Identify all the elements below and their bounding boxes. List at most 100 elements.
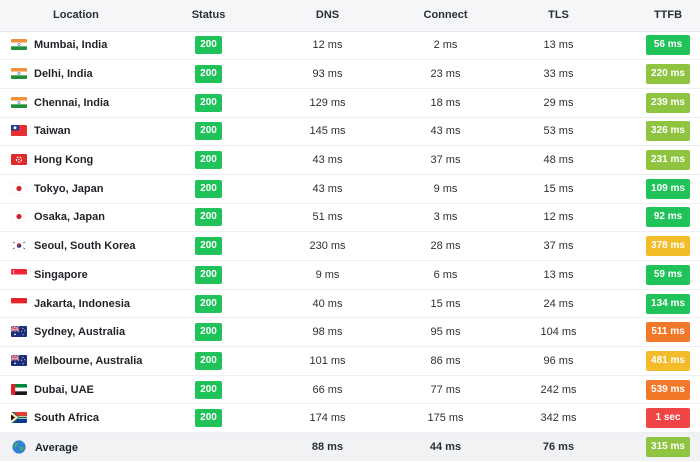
- ttfb-badge: 220 ms: [646, 64, 690, 85]
- status-badge: 200: [195, 208, 222, 227]
- dns-cell: 101 ms: [309, 354, 346, 367]
- location-cell: Chennai, India: [0, 88, 172, 117]
- table-row-jakarta-indonesia: Jakarta, Indonesia 200 40 ms 15 ms 24 ms 134 …: [0, 289, 700, 318]
- tls-cell: 104 ms: [540, 326, 577, 339]
- average-label: Average: [35, 442, 79, 455]
- ttfb-cell: 220 ms: [636, 60, 700, 89]
- location-name: Chennai, India: [34, 96, 110, 109]
- table-row-osaka-japan: Osaka, Japan 200 51 ms 3 ms 12 ms 92 ms: [0, 203, 700, 232]
- status-cell: 200: [172, 347, 245, 376]
- connect-cell: 2 ms: [433, 39, 458, 52]
- location-cell: Delhi, India: [0, 60, 172, 89]
- ttfb-badge: 92 ms: [646, 207, 690, 228]
- ttfb-cell: 1 sec: [636, 404, 700, 433]
- status-badge: 200: [195, 93, 222, 112]
- ttfb-cell: 56 ms: [636, 31, 700, 60]
- location-name: Melbourne, Australia: [34, 354, 143, 367]
- connect-cell: 175 ms: [427, 412, 464, 425]
- connect-cell: 3 ms: [433, 211, 458, 224]
- connect-cell: 77 ms: [430, 383, 461, 396]
- ttfb-cell: 92 ms: [636, 203, 700, 232]
- dns-cell: 145 ms: [309, 125, 346, 138]
- connect-cell: 86 ms: [430, 354, 461, 367]
- status-cell: 200: [172, 60, 245, 89]
- table-row-south-africa: South Africa 200 174 ms 175 ms 342 ms 1 sec: [0, 404, 700, 433]
- ttfb-badge: 378 ms: [646, 236, 690, 257]
- table-row-chennai-india: Chennai, India 200 129 ms 18 ms 29 ms 239 ms: [0, 88, 700, 118]
- status-cell: 200: [172, 88, 245, 117]
- location-name: Delhi, India: [34, 68, 93, 81]
- ttfb-badge: 1 sec: [646, 408, 690, 429]
- dns-cell: 129 ms: [309, 96, 346, 109]
- ttfb-cell: 481 ms: [636, 347, 700, 376]
- header-location[interactable]: Location: [0, 0, 172, 32]
- location-cell: Seoul, South Korea: [0, 232, 172, 261]
- connect-cell: 18 ms: [430, 96, 461, 109]
- latency-results-table: Location Status DNS Connect TLS TTFB Mum…: [0, 0, 700, 462]
- average-dns-cell: 88 ms: [311, 441, 344, 454]
- ttfb-cell: 326 ms: [636, 117, 700, 146]
- table-row-singapore: Singapore 200 9 ms 6 ms 13 ms 59 ms: [0, 261, 700, 290]
- ttfb-cell: 378 ms: [636, 232, 700, 261]
- ttfb-cell: 511 ms: [636, 318, 700, 347]
- dns-cell: 43 ms: [312, 182, 343, 195]
- table-row-melbourne-australia: Melbourne, Australia 200 101 ms 86 ms 96 ms 4…: [0, 347, 700, 376]
- tls-cell: 13 ms: [543, 39, 574, 52]
- status-badge: 200: [195, 265, 222, 284]
- south-africa-flag-icon: [11, 412, 27, 424]
- location-name: Seoul, South Korea: [34, 240, 136, 253]
- header-dns[interactable]: DNS: [245, 0, 410, 32]
- location-name: Jakarta, Indonesia: [34, 297, 130, 310]
- table-row-delhi-india: Delhi, India 200 93 ms 23 ms 33 ms 220 ms: [0, 60, 700, 89]
- tls-cell: 29 ms: [543, 96, 574, 109]
- header-connect[interactable]: Connect: [410, 0, 481, 32]
- location-cell: Mumbai, India: [0, 31, 172, 60]
- header-ttfb[interactable]: TTFB: [636, 0, 700, 32]
- status-cell: 200: [172, 146, 245, 175]
- location-cell: Sydney, Australia: [0, 318, 172, 347]
- ttfb-badge: 109 ms: [646, 178, 690, 199]
- dns-cell: 40 ms: [312, 297, 343, 310]
- status-badge: 200: [195, 323, 222, 342]
- ttfb-badge: 134 ms: [646, 293, 690, 314]
- tls-cell: 24 ms: [543, 297, 574, 310]
- status-cell: 200: [172, 232, 245, 261]
- ttfb-badge: 511 ms: [646, 322, 690, 343]
- average-row: Average 88 ms 44 ms 76 ms 315 ms: [0, 432, 700, 462]
- status-cell: 200: [172, 375, 245, 404]
- location-cell: South Africa: [0, 404, 172, 433]
- tls-cell: 242 ms: [540, 383, 577, 396]
- table-header-row: Location Status DNS Connect TLS TTFB: [0, 0, 700, 32]
- dns-cell: 66 ms: [312, 383, 343, 396]
- connect-cell: 37 ms: [430, 154, 461, 167]
- location-name: South Africa: [34, 412, 99, 425]
- table-row-mumbai-india: Mumbai, India 200 12 ms 2 ms 13 ms 56 ms: [0, 31, 700, 60]
- tls-cell: 48 ms: [543, 154, 574, 167]
- location-name: Singapore: [34, 268, 88, 281]
- header-tls[interactable]: TLS: [481, 0, 636, 32]
- average-ttfb-cell: 315 ms: [636, 433, 700, 462]
- globe-icon: [12, 440, 26, 454]
- status-badge: 200: [195, 351, 222, 370]
- table-row-sydney-australia: Sydney, Australia 200 98 ms 95 ms 104 ms 511 …: [0, 318, 700, 347]
- header-status[interactable]: Status: [172, 0, 245, 32]
- connect-cell: 95 ms: [430, 326, 461, 339]
- table-row-seoul-south-korea: Seoul, South Korea 200 230 ms 28 ms 37 ms 378…: [0, 232, 700, 261]
- dns-cell: 9 ms: [315, 268, 340, 281]
- tls-cell: 12 ms: [543, 211, 574, 224]
- status-cell: 200: [172, 261, 245, 290]
- location-cell: Tokyo, Japan: [0, 174, 172, 203]
- table-row-hong-kong: Hong Kong 200 43 ms 37 ms 48 ms 231 ms: [0, 146, 700, 175]
- dns-cell: 12 ms: [312, 39, 343, 52]
- ttfb-badge: 56 ms: [646, 35, 690, 56]
- ttfb-badge: 239 ms: [646, 92, 690, 113]
- location-cell: Osaka, Japan: [0, 203, 172, 232]
- indonesia-flag-icon: [11, 297, 27, 309]
- status-badge: 200: [195, 65, 222, 84]
- uae-flag-icon: [11, 383, 27, 395]
- dns-cell: 43 ms: [312, 154, 343, 167]
- status-cell: 200: [172, 318, 245, 347]
- status-cell: 200: [172, 404, 245, 433]
- connect-cell: 23 ms: [430, 68, 461, 81]
- status-cell: 200: [172, 289, 245, 318]
